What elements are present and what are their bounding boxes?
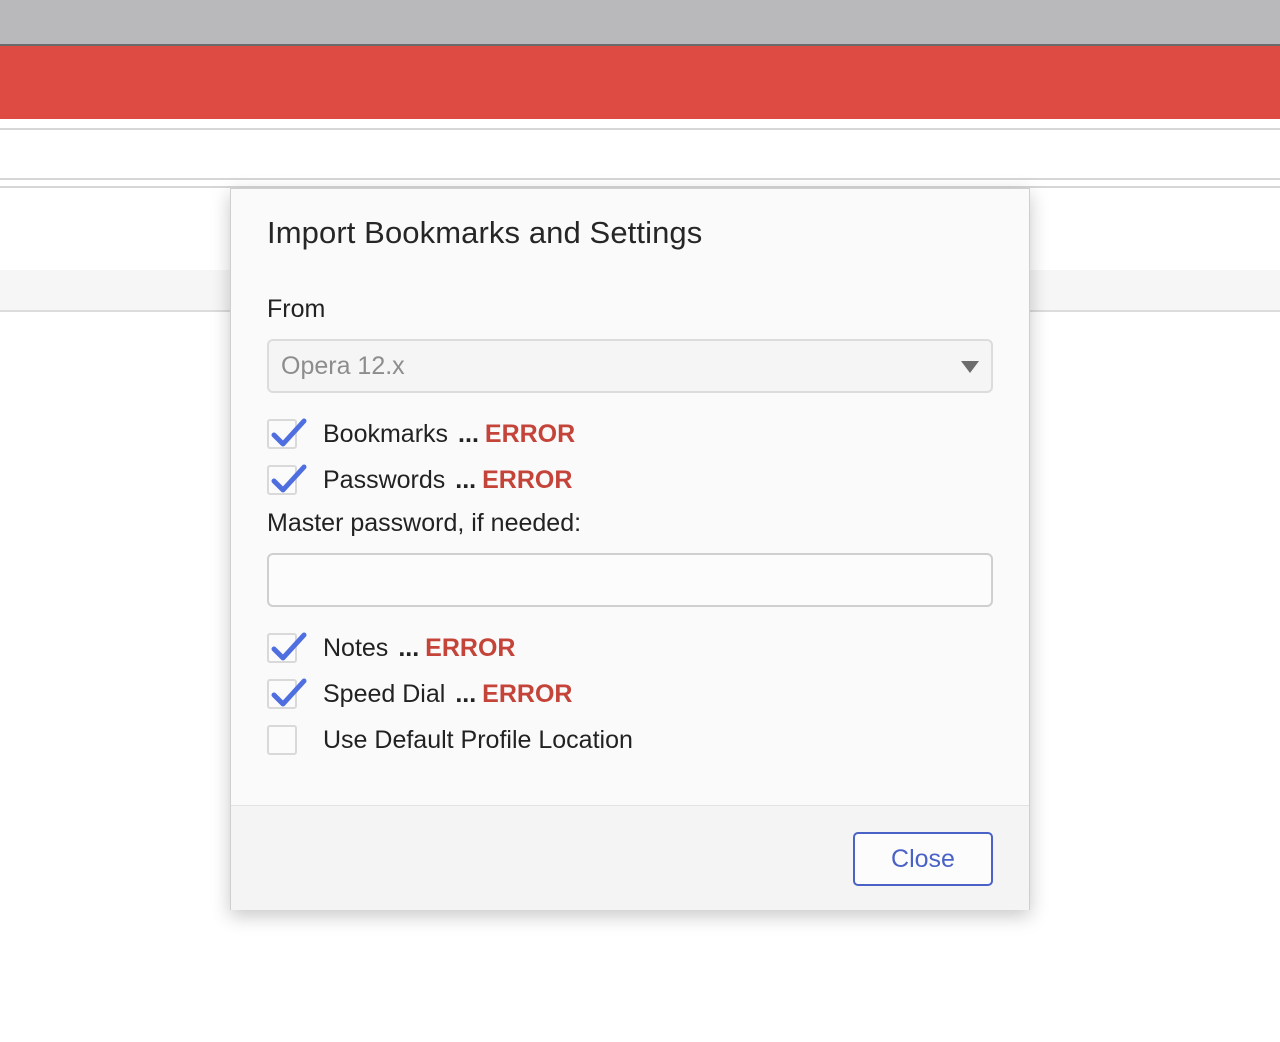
option-default-profile[interactable]: Use Default Profile Location — [267, 723, 633, 757]
speed-dial-checkbox[interactable] — [267, 678, 307, 709]
option-speed-dial[interactable]: Speed Dial ... ERROR — [267, 677, 572, 711]
from-label: From — [267, 295, 326, 323]
source-browser-select[interactable]: Opera 12.x — [267, 339, 993, 393]
checkmark-icon — [271, 418, 307, 447]
passwords-checkbox[interactable] — [267, 464, 307, 495]
option-notes[interactable]: Notes ... ERROR — [267, 631, 515, 665]
option-label: Bookmarks — [323, 419, 449, 448]
error-status: ERROR — [484, 419, 576, 448]
close-button[interactable]: Close — [853, 832, 993, 886]
option-passwords[interactable]: Passwords ... ERROR — [267, 463, 572, 497]
ellipsis: ... — [455, 679, 477, 708]
bookmarks-checkbox[interactable] — [267, 418, 307, 449]
master-password-label: Master password, if needed: — [267, 509, 582, 537]
import-dialog: Import Bookmarks and Settings From Opera… — [230, 188, 1030, 910]
error-status: ERROR — [482, 465, 573, 494]
master-password-input[interactable] — [267, 553, 993, 607]
option-label: Notes — [323, 633, 389, 662]
error-status: ERROR — [425, 633, 516, 662]
dialog-title: Import Bookmarks and Settings — [267, 215, 703, 250]
option-label: Use Default Profile Location — [323, 725, 633, 754]
divider — [0, 128, 1280, 130]
option-label: Passwords — [323, 465, 446, 494]
ellipsis: ... — [398, 633, 420, 662]
default-profile-checkbox[interactable] — [267, 725, 297, 755]
dialog-footer: Close — [231, 805, 1029, 910]
ellipsis: ... — [455, 465, 477, 494]
checkmark-icon — [271, 632, 307, 661]
error-status: ERROR — [482, 679, 573, 708]
divider — [0, 178, 1280, 180]
chevron-down-icon — [961, 361, 979, 373]
checkmark-icon — [271, 464, 307, 493]
option-label: Speed Dial — [323, 679, 446, 708]
notes-checkbox[interactable] — [267, 632, 307, 663]
window-top-chrome — [0, 0, 1280, 44]
select-value: Opera 12.x — [281, 352, 405, 380]
checkmark-icon — [271, 678, 307, 707]
toolbar-red-bar — [0, 46, 1280, 119]
option-bookmarks[interactable]: Bookmarks ... ERROR — [267, 417, 575, 451]
ellipsis: ... — [458, 419, 479, 448]
